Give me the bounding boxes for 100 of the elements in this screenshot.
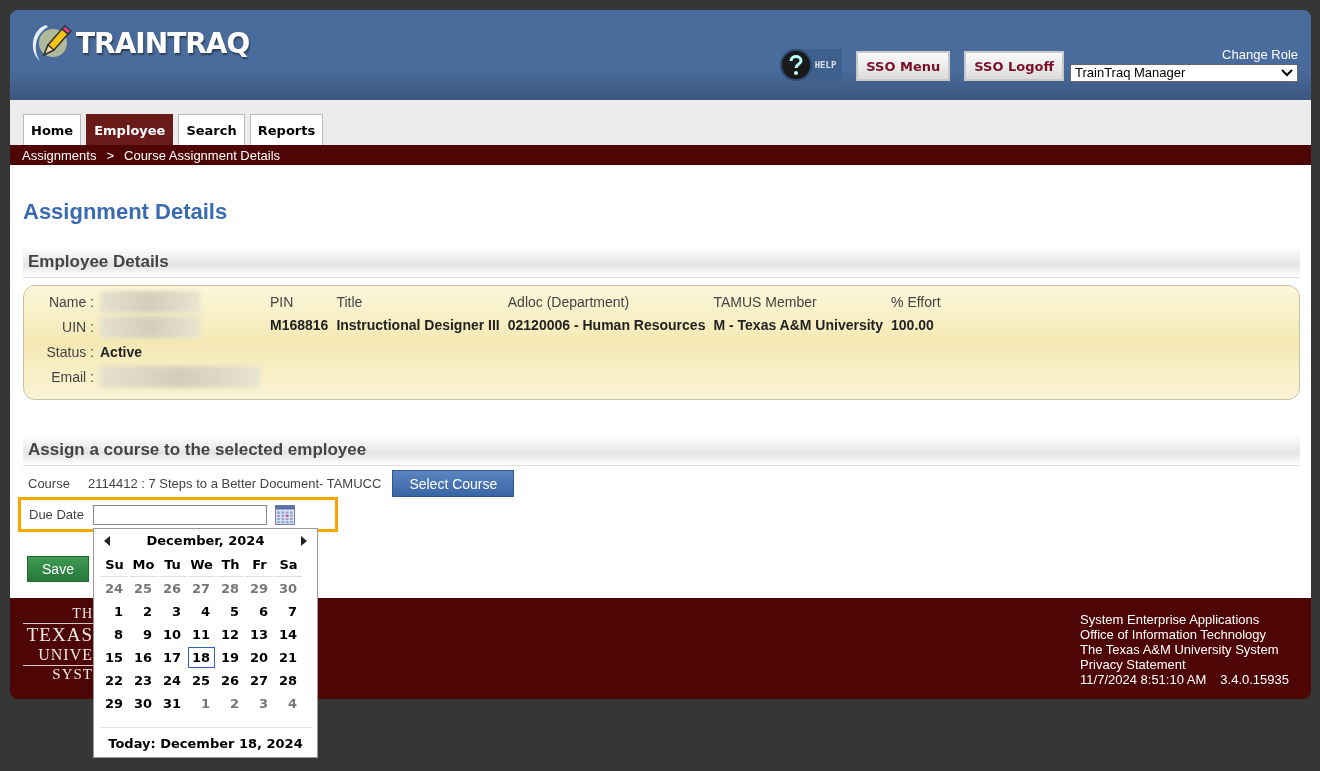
course-value: 2114412 : 7 Steps to a Better Document- TAMUCC	[88, 476, 382, 491]
calendar-day[interactable]: 24	[159, 669, 186, 691]
nav-tab[interactable]: Home	[23, 114, 82, 145]
calendar-day[interactable]: 4	[275, 692, 302, 714]
calendar-day[interactable]: 3	[246, 692, 273, 714]
calendar-day[interactable]: 7	[275, 600, 302, 622]
breadcrumb-item: Course Assignment Details	[124, 147, 281, 163]
calendar-day[interactable]: 22	[101, 669, 128, 691]
calendar-day[interactable]: 26	[159, 577, 186, 599]
weekday-header: Th	[217, 553, 244, 577]
today-link[interactable]: Today: December 18, 2024	[100, 726, 311, 751]
calendar-day[interactable]: 10	[159, 623, 186, 645]
calendar-month: December, 2024	[146, 533, 265, 548]
calendar-day[interactable]: 21	[275, 646, 302, 668]
column-value: 02120006 - Human Resources	[507, 316, 706, 335]
app-logo: TRAINTRAQ	[76, 26, 250, 60]
footer-logo: TH TEXAS UNIVE SYST	[23, 606, 93, 699]
calendar-day[interactable]: 1	[188, 692, 215, 714]
calendar-day[interactable]: 2	[217, 692, 244, 714]
nav-tab[interactable]: Search	[178, 114, 245, 145]
weekday-header: Mo	[130, 553, 157, 577]
calendar-day[interactable]: 2	[130, 600, 157, 622]
column-value: Instructional Designer III	[336, 316, 500, 335]
sso-button[interactable]: SSO Menu	[856, 51, 951, 81]
breadcrumb-item[interactable]: Assignments	[22, 147, 97, 163]
nav-tab[interactable]: Reports	[249, 114, 324, 145]
calendar-day[interactable]: 20	[246, 646, 273, 668]
section-header: Assign a course to the selected employee	[23, 435, 1300, 466]
calendar-day[interactable]: 5	[217, 600, 244, 622]
column-value: M168816	[270, 316, 329, 335]
calendar-day[interactable]: 8	[101, 623, 128, 645]
calendar-day[interactable]: 27	[188, 577, 215, 599]
column-header: Title	[336, 293, 364, 312]
calendar-day[interactable]: 1	[101, 600, 128, 622]
calendar-day[interactable]: 18	[188, 646, 215, 668]
calendar-day[interactable]: 31	[159, 692, 186, 714]
calendar-day[interactable]: 19	[217, 646, 244, 668]
field-value: Active	[100, 343, 144, 362]
weekday-header: Su	[101, 553, 128, 577]
field-label: Status :	[45, 343, 94, 362]
footer-text: The Texas A&M University System	[1080, 642, 1280, 657]
calendar-day[interactable]: 30	[275, 577, 302, 599]
calendar-day[interactable]: 26	[217, 669, 244, 691]
field-label: Name :	[47, 293, 94, 312]
save-button[interactable]: Save	[27, 556, 89, 582]
footer-timestamp: 11/7/2024 8:51:10 AM	[1080, 672, 1207, 687]
calendar-day[interactable]: 24	[101, 577, 128, 599]
calendar-day[interactable]: 23	[130, 669, 157, 691]
calendar-day[interactable]: 25	[130, 577, 157, 599]
calendar-icon[interactable]	[275, 504, 295, 525]
column-value: 100.00	[891, 316, 935, 335]
select-course-button[interactable]: Select Course	[392, 470, 515, 497]
calendar-day[interactable]: 6	[246, 600, 273, 622]
calendar-day[interactable]: 3	[159, 600, 186, 622]
calendar-day[interactable]: 28	[275, 669, 302, 691]
weekday-header: Tu	[159, 553, 186, 577]
column-header: Adloc (Department)	[507, 293, 631, 312]
calendar-day[interactable]: 13	[246, 623, 273, 645]
calendar-day[interactable]: 29	[101, 692, 128, 714]
course-label: Course	[28, 476, 71, 491]
calendar-day[interactable]: 28	[217, 577, 244, 599]
section-header: Employee Details	[23, 247, 1300, 278]
sso-button[interactable]: SSO Logoff	[964, 51, 1064, 81]
page-title: Assignment Details	[23, 199, 229, 225]
calendar-day[interactable]: 27	[246, 669, 273, 691]
weekday-header: Fr	[246, 553, 273, 577]
calendar-day[interactable]: 11	[188, 623, 215, 645]
column-header: % Effort	[891, 293, 941, 312]
calendar-day[interactable]: 4	[188, 600, 215, 622]
footer-version: 3.4.0.15935	[1220, 672, 1289, 687]
calendar-day[interactable]: 12	[217, 623, 244, 645]
footer-text: System Enterprise Applications	[1080, 612, 1261, 627]
field-label: Email :	[50, 368, 94, 387]
calendar-day[interactable]: 29	[246, 577, 273, 599]
calendar-day[interactable]: 30	[130, 692, 157, 714]
role-select[interactable]: TrainTraq Manager	[1070, 63, 1298, 82]
previous-month-icon[interactable]	[104, 535, 110, 546]
calendar-day[interactable]: 17	[159, 646, 186, 668]
calendar-day[interactable]: 14	[275, 623, 302, 645]
due-date-label: Due Date	[29, 507, 85, 522]
help-button[interactable]: HELP	[779, 49, 843, 81]
privacy-link[interactable]: Privacy Statement	[1080, 657, 1289, 672]
next-month-icon[interactable]	[301, 535, 307, 546]
nav-tab[interactable]: Employee	[86, 114, 174, 145]
field-label: UIN :	[61, 318, 94, 337]
column-header: PIN	[270, 293, 295, 312]
role-label: Change Role	[1222, 46, 1298, 62]
footer-text: Office of Information Technology	[1080, 627, 1268, 642]
calendar-day[interactable]: 25	[188, 669, 215, 691]
column-value: M - Texas A&M University	[713, 316, 884, 335]
calendar-day[interactable]: 16	[130, 646, 157, 668]
calendar-day[interactable]: 9	[130, 623, 157, 645]
weekday-header: Sa	[275, 553, 302, 577]
breadcrumb-separator: >	[106, 147, 114, 163]
due-date-field[interactable]	[93, 504, 267, 525]
column-header: TAMUS Member	[713, 293, 818, 312]
chevron-down-icon	[1281, 68, 1293, 77]
question-mark-icon	[779, 49, 812, 81]
weekday-header: We	[188, 553, 215, 577]
calendar-day[interactable]: 15	[101, 646, 128, 668]
